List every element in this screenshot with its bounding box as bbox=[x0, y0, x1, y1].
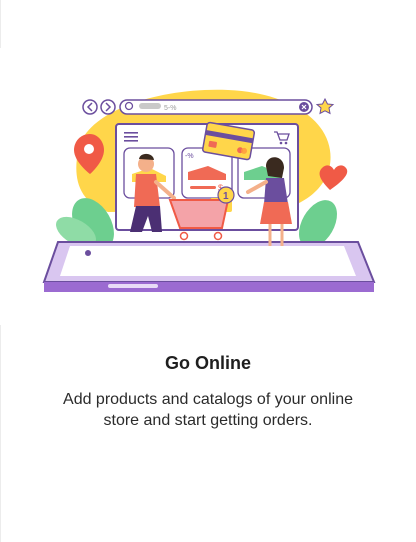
card-title: Go Online bbox=[164, 353, 251, 373]
online-store-illustration: 5-% -% $ 1 bbox=[38, 82, 378, 302]
search-text: 5-% bbox=[164, 105, 176, 112]
discount-label: -% bbox=[185, 153, 194, 160]
cart-badge-count: 1 bbox=[223, 191, 229, 202]
chevron-left-icon bbox=[82, 99, 98, 115]
card-description: Add products and catalogs of your online… bbox=[63, 391, 353, 429]
heart-icon bbox=[319, 165, 348, 190]
chevron-right-icon bbox=[100, 99, 116, 115]
star-icon bbox=[315, 97, 335, 115]
left-edge-divider-top bbox=[0, 0, 1, 48]
shopping-cart-icon bbox=[168, 198, 232, 241]
menu-icon bbox=[124, 132, 138, 142]
